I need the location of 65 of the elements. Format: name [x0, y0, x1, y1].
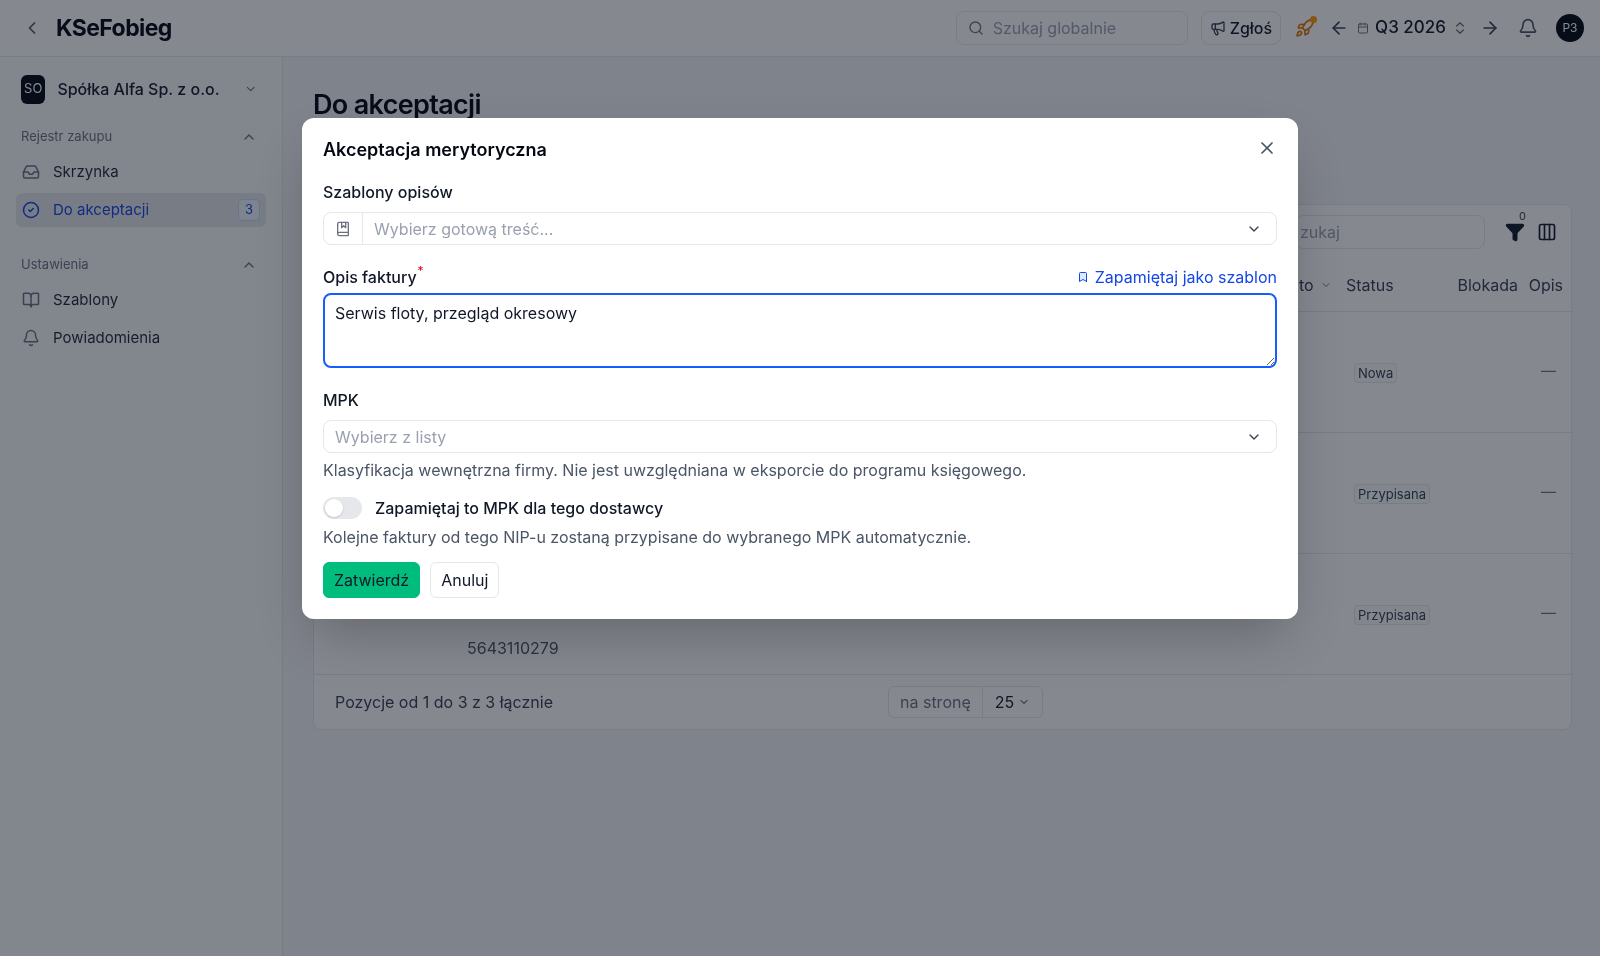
app-title: KSeFobieg [56, 12, 172, 44]
field-label: MPK [323, 389, 360, 412]
column-header[interactable]: Blokada [1457, 273, 1518, 297]
help-text: Kolejne faktury od tego NIP-u zostaną przypisane do wybranego MPK automatycznie. [323, 526, 973, 549]
period-label[interactable]: Q3 2026 [1375, 15, 1446, 41]
dialog-title: Akceptacja merytoryczna [323, 138, 547, 162]
save-template-link[interactable]: Zapamiętaj jako szablon [1076, 265, 1277, 289]
nav-item[interactable]: Skrzynka [16, 155, 266, 189]
toggle-switch[interactable] [323, 497, 362, 519]
page-size-value[interactable]: 25 [982, 689, 1043, 714]
notifications-icon[interactable] [1518, 18, 1538, 38]
description-cell: — [1541, 481, 1556, 504]
description-cell: — [1541, 360, 1556, 383]
cancel-button[interactable]: Anuluj [430, 562, 500, 598]
status-badge: Przypisana [1354, 604, 1430, 625]
description-textarea[interactable]: Serwis floty, przegląd okresowy [323, 293, 1277, 368]
select-placeholder: Wybierz z listy [335, 425, 447, 449]
filter-icon[interactable] [1505, 222, 1525, 242]
page-title: Do akceptacji [313, 87, 482, 123]
nav-item[interactable]: Powiadomienia [16, 321, 266, 355]
status-badge: Przypisana [1354, 483, 1430, 504]
field-label: Szablony opisów [323, 181, 454, 204]
filter-count: 0 [1519, 208, 1526, 225]
nav-label: Szablony [53, 288, 119, 311]
section-title: Ustawienia [21, 255, 89, 275]
book-icon [335, 220, 351, 237]
search-icon [967, 20, 984, 36]
pagination-summary: Pozycje od 1 do 3 z 3 łącznie [335, 690, 554, 714]
toggle-label: Zapamiętaj to MPK dla tego dostawcy [375, 497, 664, 520]
nav-label: Powiadomienia [53, 326, 161, 349]
mpk-select[interactable]: Wybierz z listy [323, 420, 1277, 453]
description-cell: — [1541, 602, 1556, 625]
report-button[interactable]: Zgłoś [1200, 11, 1282, 45]
template-select[interactable]: Wybierz gotową treść... [323, 212, 1277, 245]
page-size-label: na stronę [889, 686, 983, 717]
user-avatar[interactable]: P3 [1556, 14, 1584, 42]
nav-label: Do akceptacji [53, 198, 150, 221]
company-name: Spółka Alfa Sp. z o.o. [57, 78, 220, 101]
confirm-button[interactable]: Zatwierdź [323, 562, 421, 598]
select-placeholder: Wybierz gotową treść... [374, 217, 554, 241]
page-size-control[interactable]: na stronę 25 [888, 685, 1044, 718]
megaphone-icon [1209, 20, 1226, 36]
column-header[interactable]: to [1299, 273, 1314, 297]
check-circle-icon [22, 201, 40, 219]
bell-icon [22, 329, 40, 347]
nav-item[interactable]: Szablony [16, 283, 266, 317]
company-switcher[interactable]: SO Spółka Alfa Sp. z o.o. [16, 73, 266, 105]
column-header[interactable]: Status [1346, 273, 1394, 297]
help-text: Klasyfikacja wewnętrzna firmy. Nie jest uwzględniana w eksporcie do programu księgowego. [323, 459, 1028, 482]
count-badge: 3 [237, 199, 260, 221]
column-header[interactable]: Opis [1528, 273, 1563, 297]
nav-label: Skrzynka [53, 160, 119, 183]
required-mark: * [417, 265, 424, 277]
status-badge: Nowa [1354, 362, 1398, 383]
bookmark-icon [1076, 271, 1089, 283]
nav-item[interactable]: Do akceptacji 3 [16, 193, 266, 227]
rocket-icon[interactable] [1295, 18, 1316, 38]
section-title: Rejestr zakupu [21, 127, 113, 147]
field-label: Opis faktury [323, 266, 417, 289]
columns-icon[interactable] [1537, 222, 1557, 242]
nip-text: 5643110279 [467, 637, 559, 658]
inbox-icon [22, 163, 40, 181]
calendar-icon [1357, 22, 1370, 34]
company-avatar: SO [21, 74, 46, 104]
book-icon [22, 291, 40, 309]
